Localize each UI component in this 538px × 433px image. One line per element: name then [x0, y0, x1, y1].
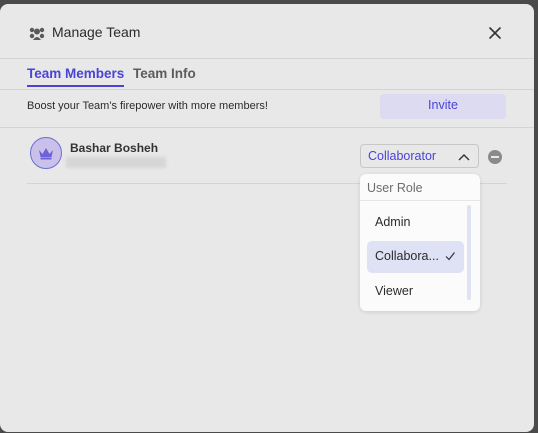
role-select-value: Collaborator: [368, 149, 437, 163]
manage-team-modal: Manage Team Team Members Team Info Boost…: [0, 4, 534, 432]
tabs-divider: [0, 89, 534, 90]
role-select[interactable]: Collaborator: [360, 144, 479, 168]
role-option-label: Collabora...: [375, 249, 439, 263]
modal-title: Manage Team: [52, 24, 141, 40]
dropdown-divider: [360, 200, 480, 201]
remove-icon[interactable]: [488, 150, 502, 164]
dropdown-header: User Role: [367, 181, 423, 195]
team-icon: [29, 27, 45, 40]
member-name: Bashar Bosheh: [70, 141, 159, 155]
role-option-viewer[interactable]: Viewer: [367, 276, 464, 308]
crown-icon: [39, 148, 53, 160]
modal-header: Manage Team: [0, 4, 534, 60]
role-option-admin[interactable]: Admin: [367, 207, 464, 239]
role-option-collaborator[interactable]: Collabora...: [367, 241, 464, 273]
role-dropdown: User Role Admin Collabora... Viewer: [360, 174, 480, 311]
member-email-redacted: [66, 157, 166, 168]
avatar: [30, 137, 62, 169]
invite-prompt-text: Boost your Team's firepower with more me…: [27, 100, 268, 112]
header-divider: [0, 58, 534, 59]
invite-button[interactable]: Invite: [380, 94, 506, 119]
role-option-label: Admin: [375, 215, 411, 229]
close-icon[interactable]: [486, 24, 504, 42]
tab-team-members[interactable]: Team Members: [27, 66, 125, 87]
tab-team-info[interactable]: Team Info: [133, 66, 196, 81]
dropdown-scrollbar[interactable]: [467, 205, 471, 300]
check-icon: [445, 252, 455, 261]
role-option-label: Viewer: [375, 284, 413, 298]
chevron-up-icon: [458, 154, 470, 161]
